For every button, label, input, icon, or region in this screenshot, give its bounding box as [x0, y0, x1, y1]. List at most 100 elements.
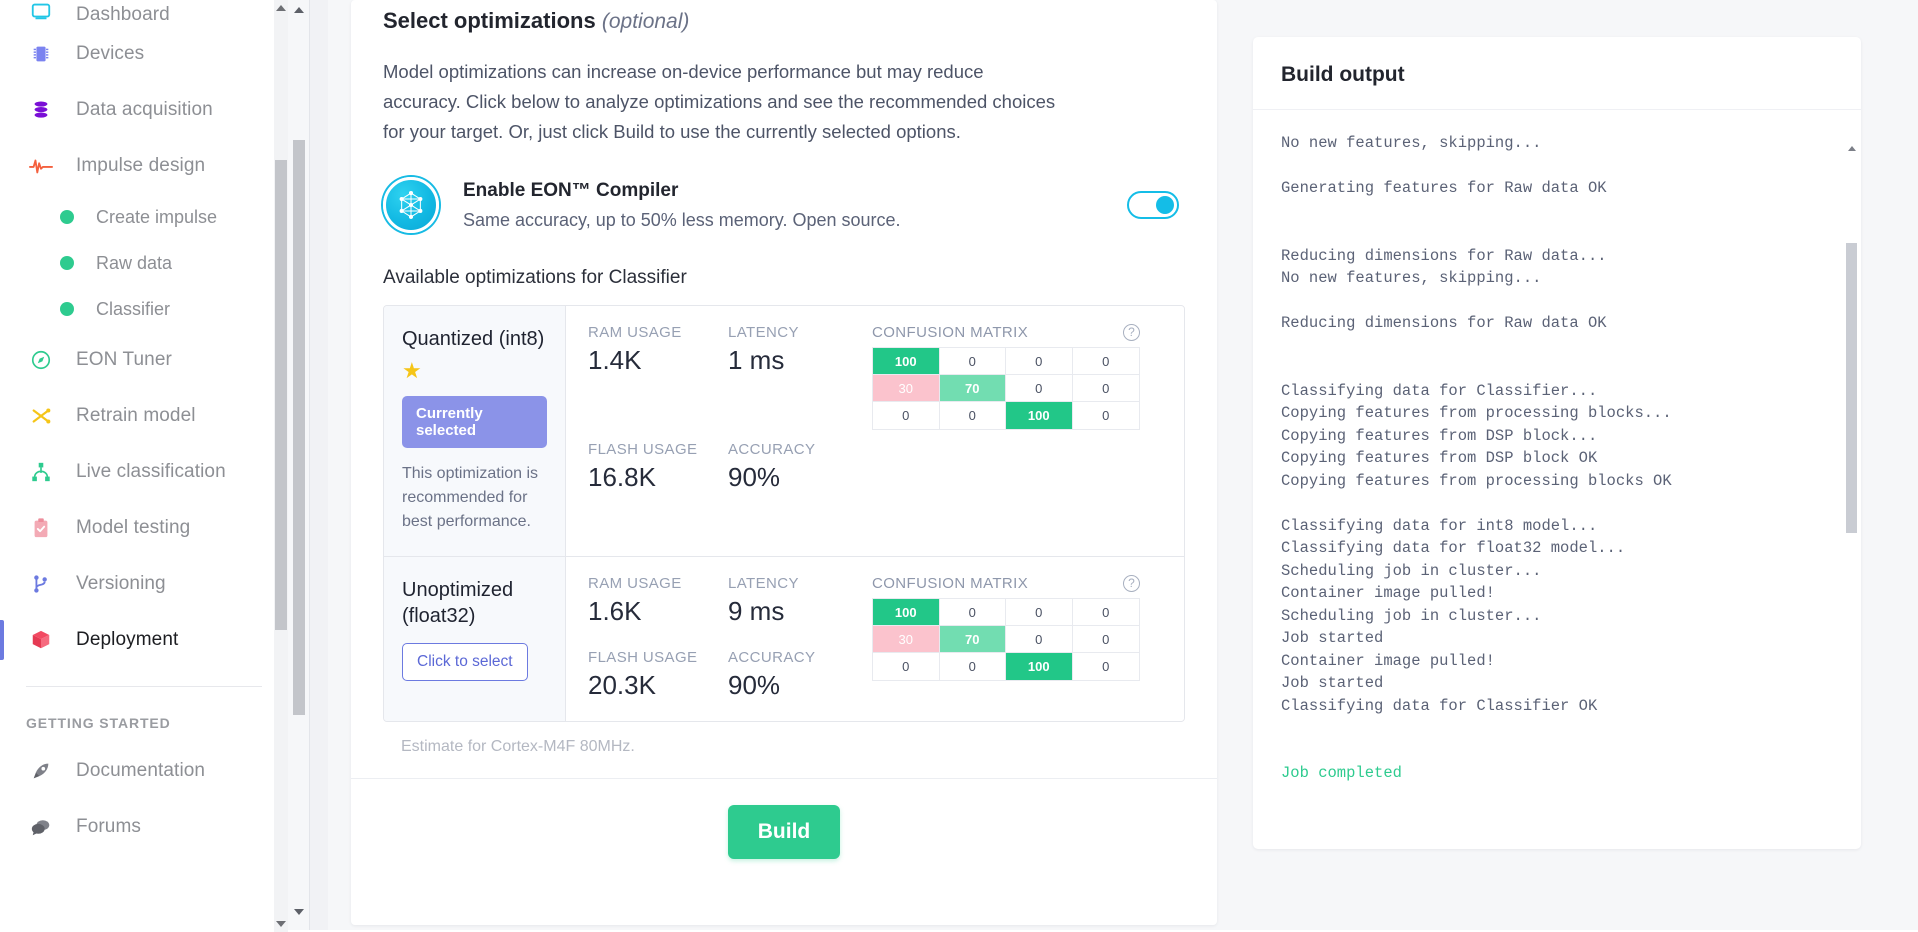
log-line: No new features, skipping... [1281, 132, 1833, 155]
sidebar-subitem-label: Create impulse [96, 207, 217, 228]
log-blank-line [1281, 290, 1833, 313]
metric-value: 1.4K [588, 345, 728, 376]
main-content: Select optimizations (optional) Model op… [288, 0, 1918, 932]
log-scroll-down-icon[interactable] [1846, 845, 1857, 849]
log-blank-line [1281, 357, 1833, 380]
optimizations-description: Model optimizations can increase on-devi… [383, 57, 1063, 147]
build-output-log[interactable]: No new features, skipping...Generating f… [1253, 110, 1861, 832]
database-icon [26, 95, 56, 125]
confusion-matrix-label: CONFUSION MATRIX [872, 324, 1028, 341]
log-line: Copying features from DSP block... [1281, 425, 1833, 448]
sidebar-item-eon-tuner[interactable]: EON Tuner [0, 332, 288, 388]
optimizations-table: Quantized (int8) ★ Currently selected Th… [383, 305, 1185, 722]
metric-ram-usage: RAM USAGE 1.4K [588, 324, 728, 419]
log-scroll-thumb[interactable] [1846, 243, 1857, 533]
available-optimizations-title: Available optimizations for Classifier [383, 267, 1185, 289]
log-blank-line [1281, 740, 1833, 763]
build-output-scrollbar[interactable] [1846, 155, 1857, 843]
build-button[interactable]: Build [728, 805, 841, 859]
sidebar-item-classifier[interactable]: Classifier [0, 286, 288, 332]
sidebar-item-data-acquisition[interactable]: Data acquisition [0, 82, 288, 138]
confusion-matrix-cell: 0 [940, 653, 1007, 680]
page-scrollbar[interactable] [288, 0, 310, 932]
question-circle-icon[interactable]: ? [1123, 324, 1140, 341]
metric-flash-usage: FLASH USAGE 16.8K [588, 441, 728, 536]
sidebar-item-retrain-model[interactable]: Retrain model [0, 388, 288, 444]
compass-icon [26, 345, 56, 375]
sidebar-item-label: Model testing [76, 517, 190, 539]
eon-compiler-toggle[interactable] [1127, 191, 1179, 219]
confusion-matrix-cell: 0 [1006, 626, 1073, 653]
log-scroll-up-icon[interactable] [1846, 141, 1857, 155]
log-line: Classifying data for Classifier OK [1281, 695, 1833, 718]
page-scroll-down-icon[interactable] [292, 904, 306, 920]
log-blank-line [1281, 200, 1833, 223]
sidebar-item-raw-data[interactable]: Raw data [0, 240, 288, 286]
confusion-matrix-cell: 0 [1073, 599, 1140, 626]
confusion-matrix-grid: 100000307000001000 [872, 598, 1140, 681]
sidebar-item-deployment[interactable]: Deployment [0, 612, 288, 668]
clipboard-check-icon [26, 513, 56, 543]
sidebar-item-impulse-design[interactable]: Impulse design [0, 138, 288, 194]
sidebar-item-label: Versioning [76, 573, 166, 595]
sidebar-item-devices[interactable]: Devices [0, 26, 288, 82]
confusion-matrix-cell: 0 [1073, 348, 1140, 375]
scroll-down-icon[interactable] [274, 916, 288, 932]
sidebar-scroll-thumb[interactable] [275, 160, 287, 630]
metric-value: 20.3K [588, 670, 728, 701]
sidebar-subitem-label: Classifier [96, 299, 170, 320]
sidebar-item-forums[interactable]: Forums [0, 799, 288, 855]
confusion-matrix-wrapper: CONFUSION MATRIX ? 100000307000001000 [868, 324, 1170, 540]
recommended-star-icon: ★ [402, 360, 547, 382]
metric-flash-usage: FLASH USAGE 20.3K [588, 649, 728, 701]
build-output-card: Build output No new features, skipping..… [1253, 37, 1861, 849]
sidebar-item-live-classification[interactable]: Live classification [0, 444, 288, 500]
confusion-matrix-cell: 0 [1073, 375, 1140, 402]
sidebar-item-versioning[interactable]: Versioning [0, 556, 288, 612]
table-row[interactable]: Unoptimized (float32) Click to select RA… [384, 557, 1184, 721]
confusion-matrix-grid: 100000307000001000 [872, 347, 1140, 430]
optimizations-card: Select optimizations (optional) Model op… [351, 0, 1217, 925]
confusion-matrix-cell: 0 [1073, 653, 1140, 680]
eon-compiler-subtitle: Same accuracy, up to 50% less memory. Op… [463, 210, 1127, 231]
optimization-metrics-quantized: RAM USAGE 1.4K LATENCY 1 ms FLASH USAGE … [566, 306, 1184, 556]
build-output-header: Build output [1253, 37, 1861, 110]
confusion-matrix-cell: 0 [873, 402, 940, 429]
sidebar-scrollbar[interactable] [274, 0, 288, 932]
metric-label: RAM USAGE [588, 575, 728, 592]
eon-network-icon [383, 177, 439, 233]
confusion-matrix-header: CONFUSION MATRIX ? [872, 575, 1140, 592]
sidebar-item-dashboard[interactable]: Dashboard [0, 0, 288, 26]
log-line: Copying features from DSP block OK [1281, 447, 1833, 470]
sidebar-item-label: Documentation [76, 760, 205, 782]
chat-icon [26, 812, 56, 842]
sidebar-item-documentation[interactable]: Documentation [0, 743, 288, 799]
confusion-matrix-cell: 30 [873, 375, 940, 402]
confusion-matrix-cell: 0 [940, 599, 1007, 626]
click-to-select-button[interactable]: Click to select [402, 643, 528, 681]
log-line: Scheduling job in cluster... [1281, 605, 1833, 628]
metric-value: 90% [728, 462, 868, 493]
sidebar-item-label: EON Tuner [76, 349, 172, 371]
log-line: Classifying data for float32 model... [1281, 537, 1833, 560]
sidebar-item-model-testing[interactable]: Model testing [0, 500, 288, 556]
confusion-matrix-header: CONFUSION MATRIX ? [872, 324, 1140, 341]
metric-value: 9 ms [728, 596, 868, 627]
sidebar-item-create-impulse[interactable]: Create impulse [0, 194, 288, 240]
page-gutter [310, 0, 328, 932]
build-button-area: Build [383, 779, 1185, 895]
eon-compiler-text: Enable EON™ Compiler Same accuracy, up t… [463, 180, 1127, 231]
scroll-up-icon[interactable] [274, 0, 288, 16]
page-scroll-thumb[interactable] [293, 140, 305, 715]
eon-compiler-title: Enable EON™ Compiler [463, 180, 1127, 202]
sidebar-item-label: Retrain model [76, 405, 196, 427]
page-scroll-up-icon[interactable] [292, 2, 306, 18]
question-circle-icon[interactable]: ? [1123, 575, 1140, 592]
optimization-name: Quantized (int8) [402, 326, 547, 352]
waveform-icon [26, 151, 56, 181]
log-blank-line [1281, 492, 1833, 515]
box-icon [26, 625, 56, 655]
metric-accuracy: ACCURACY 90% [728, 441, 868, 536]
table-row[interactable]: Quantized (int8) ★ Currently selected Th… [384, 306, 1184, 557]
confusion-matrix-cell: 0 [1073, 402, 1140, 429]
